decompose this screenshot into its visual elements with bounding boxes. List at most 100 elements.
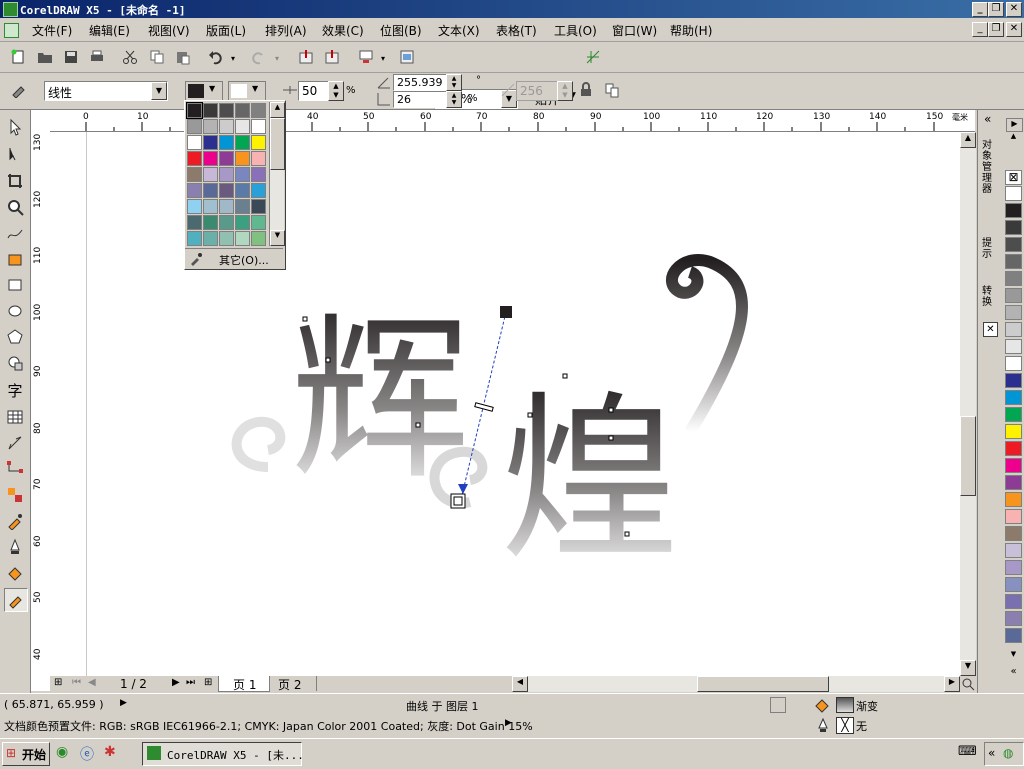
palette-color-swatch[interactable]: [1005, 475, 1022, 490]
shape-tool-icon[interactable]: [6, 146, 24, 164]
selection-node[interactable]: [325, 357, 331, 363]
edge-pad-spinner[interactable]: ▲ ▼: [446, 91, 462, 108]
fill-type-select[interactable]: 线性 ▼: [44, 81, 168, 101]
palette-color-swatch[interactable]: [1005, 407, 1022, 422]
navigator-zoom-icon[interactable]: [960, 676, 976, 692]
eyedropper-tool-icon[interactable]: [6, 512, 24, 530]
selection-node[interactable]: [624, 531, 630, 537]
popup-scroll-up[interactable]: ▲: [270, 102, 285, 118]
paste-icon[interactable]: [175, 49, 191, 65]
gradient-start-handle[interactable]: [500, 306, 512, 318]
doc-minimize-button[interactable]: _: [972, 22, 988, 37]
import-icon[interactable]: [298, 49, 314, 65]
interactive-fill-tool-button[interactable]: [4, 588, 28, 612]
smart-fill-tool-icon[interactable]: [6, 250, 24, 268]
popup-color-swatch[interactable]: [251, 151, 266, 166]
fill-tool-icon[interactable]: [6, 564, 24, 582]
steps-spinner[interactable]: ▲ ▼: [557, 81, 573, 101]
popup-color-swatch[interactable]: [251, 183, 266, 198]
menu-bitmaps[interactable]: 位图(B): [380, 22, 422, 39]
doc-restore-button[interactable]: ❐: [988, 22, 1004, 37]
palette-color-swatch[interactable]: [1005, 526, 1022, 541]
menu-window[interactable]: 窗口(W): [612, 22, 657, 39]
page-tab-1[interactable]: 页 1: [218, 676, 270, 692]
popup-color-swatch[interactable]: [219, 119, 234, 134]
menu-arrange[interactable]: 排列(A): [265, 22, 307, 39]
popup-color-swatch[interactable]: [203, 135, 218, 150]
midpoint-spinner[interactable]: ▲ ▼: [328, 81, 344, 101]
menu-edit[interactable]: 编辑(E): [89, 22, 130, 39]
add-page-before-icon[interactable]: ⊞: [54, 677, 62, 688]
popup-color-swatch[interactable]: [187, 183, 202, 198]
popup-scroll-down[interactable]: ▼: [270, 230, 285, 246]
palette-color-swatch[interactable]: [1005, 373, 1022, 388]
zoom-tool-icon[interactable]: [6, 198, 24, 216]
popup-color-swatch[interactable]: [219, 183, 234, 198]
taskbar-coreldraw-button[interactable]: CorelDRAW X5 - [未...: [142, 742, 304, 766]
popup-color-swatch[interactable]: [235, 151, 250, 166]
palette-color-swatch[interactable]: [1005, 288, 1022, 303]
pick-tool-icon[interactable]: [6, 118, 24, 136]
freehand-tool-icon[interactable]: [6, 224, 24, 242]
fill-type-arrow[interactable]: ▼: [151, 82, 167, 100]
popup-scroll-thumb[interactable]: [270, 118, 285, 170]
close-button[interactable]: ✕: [1006, 2, 1022, 17]
palette-color-swatch[interactable]: [1005, 305, 1022, 320]
no-color-swatch[interactable]: ⊠: [1005, 170, 1022, 185]
scroll-up-arrow[interactable]: ▲: [960, 132, 976, 148]
start-color-arrow[interactable]: ▼: [209, 84, 215, 93]
undo-dropdown[interactable]: ▾: [226, 54, 240, 64]
docker-collapse-icon[interactable]: «: [984, 112, 991, 126]
page-tab-2[interactable]: 页 2: [270, 676, 317, 692]
scroll-right-arrow[interactable]: ▶: [944, 676, 960, 692]
outline-pen-tool-icon[interactable]: [6, 538, 24, 556]
connector-tool-icon[interactable]: [6, 460, 24, 478]
application-launcher-icon[interactable]: [358, 49, 374, 65]
tray-expand-icon[interactable]: «: [988, 746, 995, 760]
palette-color-swatch[interactable]: [1005, 441, 1022, 456]
palette-color-swatch[interactable]: [1005, 390, 1022, 405]
other-colors-row[interactable]: 其它(O)...: [185, 248, 283, 269]
crop-tool-icon[interactable]: [6, 172, 24, 190]
popup-color-swatch[interactable]: [251, 103, 266, 118]
popup-color-swatch[interactable]: [235, 183, 250, 198]
palette-color-swatch[interactable]: [1005, 356, 1022, 371]
popup-color-swatch[interactable]: [187, 151, 202, 166]
horizontal-scroll-thumb[interactable]: [697, 676, 829, 692]
profile-expand-icon[interactable]: ▶: [505, 718, 512, 728]
popup-color-swatch[interactable]: [187, 119, 202, 134]
docker-tab-transform[interactable]: 转换: [982, 286, 998, 308]
cut-icon[interactable]: [122, 49, 138, 65]
save-icon[interactable]: [63, 49, 79, 65]
popup-color-swatch[interactable]: [203, 231, 218, 246]
selection-node[interactable]: [302, 316, 308, 322]
add-page-after-icon[interactable]: ⊞: [204, 677, 212, 688]
quicklaunch-ie-icon[interactable]: ⓔ: [80, 744, 94, 764]
selection-node[interactable]: [415, 422, 421, 428]
menu-tools[interactable]: 工具(O): [554, 22, 597, 39]
popup-color-swatch[interactable]: [235, 231, 250, 246]
blend-tool-icon[interactable]: [6, 486, 24, 504]
undo-icon[interactable]: [208, 49, 224, 65]
steps-input[interactable]: 256: [516, 81, 558, 101]
popup-color-swatch[interactable]: [187, 135, 202, 150]
popup-color-swatch[interactable]: [187, 215, 202, 230]
new-document-icon[interactable]: [10, 49, 26, 65]
vertical-scrollbar[interactable]: ▲ ▼: [960, 132, 976, 676]
popup-color-swatch[interactable]: [219, 215, 234, 230]
menu-view[interactable]: 视图(V): [148, 22, 190, 39]
open-icon[interactable]: [37, 49, 53, 65]
palette-color-swatch[interactable]: [1005, 611, 1022, 626]
palette-color-swatch[interactable]: [1005, 339, 1022, 354]
basic-shapes-tool-icon[interactable]: [6, 354, 24, 372]
launcher-dropdown[interactable]: ▾: [376, 54, 390, 64]
docker-close-icon[interactable]: ✕: [983, 322, 998, 337]
popup-color-swatch[interactable]: [203, 199, 218, 214]
last-page-icon[interactable]: ⏭: [186, 677, 195, 688]
snap-options-icon[interactable]: [585, 49, 601, 65]
popup-color-swatch[interactable]: [235, 199, 250, 214]
selection-node[interactable]: [608, 407, 614, 413]
popup-color-swatch[interactable]: [219, 135, 234, 150]
popup-color-swatch[interactable]: [219, 231, 234, 246]
palette-color-swatch[interactable]: [1005, 271, 1022, 286]
